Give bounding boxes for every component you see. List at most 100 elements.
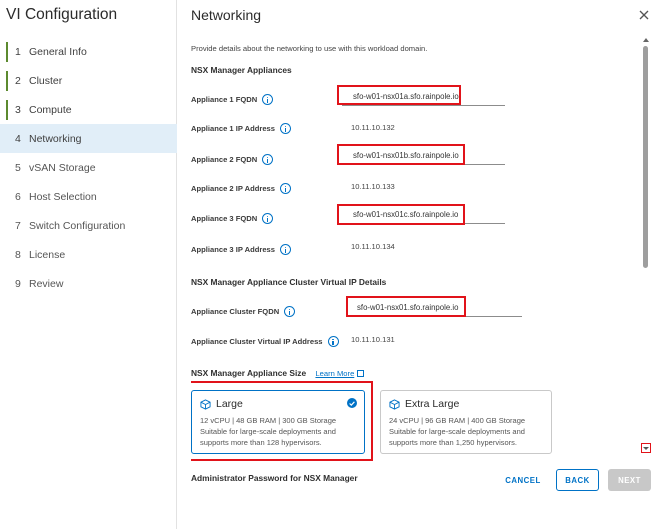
cube-icon: [389, 398, 400, 410]
appliance-3-ip-value: 10.11.10.134: [351, 242, 395, 251]
card-spec: 12 vCPU | 48 GB RAM | 300 GB Storage: [200, 416, 337, 425]
info-icon[interactable]: [279, 123, 291, 134]
card-title-text: Large: [216, 398, 243, 410]
step-complete-indicator: [6, 71, 8, 91]
cube-icon: [200, 398, 211, 410]
appliance-3-fqdn-label: Appliance 3 FQDN: [191, 213, 274, 224]
card-title-text: Extra Large: [405, 398, 460, 410]
cancel-button[interactable]: CANCEL: [500, 469, 546, 491]
step-switch-configuration[interactable]: 7 Switch Configuration: [0, 211, 177, 240]
step-compute[interactable]: 3 Compute: [0, 95, 177, 124]
appliance-3-fqdn-input[interactable]: [342, 206, 505, 224]
close-icon[interactable]: [638, 9, 650, 21]
step-label: General Info: [29, 45, 87, 58]
card-title: Extra Large: [389, 398, 543, 410]
step-label: vSAN Storage: [29, 161, 96, 174]
step-label: License: [29, 248, 66, 261]
panel-title: Networking: [191, 7, 262, 23]
step-complete-indicator: [6, 42, 8, 62]
link-text: Learn More: [315, 369, 355, 378]
nsx-appliances-heading: NSX Manager Appliances: [191, 65, 292, 75]
scroll-thumb[interactable]: [643, 46, 648, 268]
admin-password-heading: Administrator Password for NSX Manager: [191, 473, 358, 483]
info-icon[interactable]: [279, 183, 291, 194]
appliance-1-ip-value: 10.11.10.132: [351, 123, 395, 132]
step-complete-indicator: [6, 100, 8, 120]
info-icon[interactable]: [262, 94, 274, 105]
step-review[interactable]: 9 Review: [0, 269, 177, 298]
label-text: Appliance 1 FQDN: [191, 95, 258, 104]
size-card-large[interactable]: Large 12 vCPU | 48 GB RAM | 300 GB Stora…: [191, 390, 365, 454]
card-spec: 24 vCPU | 96 GB RAM | 400 GB Storage: [389, 416, 526, 425]
appliance-3-ip-label: Appliance 3 IP Address: [191, 244, 291, 255]
appliance-2-ip-value: 10.11.10.133: [351, 182, 395, 191]
info-icon[interactable]: [262, 213, 274, 224]
vip-details-heading: NSX Manager Appliance Cluster Virtual IP…: [191, 277, 387, 287]
step-vsan-storage[interactable]: 5 vSAN Storage: [0, 153, 177, 182]
card-desc-line: Suitable for large-scale deployments and: [389, 427, 525, 436]
label-text: Appliance 2 FQDN: [191, 155, 258, 164]
appliance-2-fqdn-label: Appliance 2 FQDN: [191, 154, 274, 165]
scroll-up-icon[interactable]: [643, 38, 649, 42]
appliance-1-ip-label: Appliance 1 IP Address: [191, 123, 291, 134]
step-number: 6: [15, 190, 21, 203]
step-number: 3: [15, 103, 21, 116]
step-number: 5: [15, 161, 21, 174]
cluster-vip-label: Appliance Cluster Virtual IP Address: [191, 336, 339, 347]
step-general-info[interactable]: 1 General Info: [0, 37, 177, 66]
step-license[interactable]: 8 License: [0, 240, 177, 269]
appliance-size-heading: NSX Manager Appliance Size Learn More: [191, 368, 365, 378]
step-label: Cluster: [29, 74, 63, 87]
heading-text: NSX Manager Appliance Size: [191, 368, 307, 378]
wizard-steps: 1 General Info 2 Cluster 3 Compute 4 Net…: [0, 37, 177, 298]
label-text: Appliance 1 IP Address: [191, 124, 275, 133]
intro-text: Provide details about the networking to …: [191, 44, 428, 53]
label-text: Appliance 2 IP Address: [191, 184, 275, 193]
card-title: Large: [200, 398, 356, 410]
label-text: Appliance 3 IP Address: [191, 245, 275, 254]
step-label: Switch Configuration: [29, 219, 126, 232]
cluster-vip-value: 10.11.10.131: [351, 335, 395, 344]
selected-check-icon: [347, 398, 357, 408]
step-number: 8: [15, 248, 21, 261]
step-label: Compute: [29, 103, 72, 116]
step-number: 9: [15, 277, 21, 290]
scroll-down-icon[interactable]: [641, 443, 651, 453]
step-label: Host Selection: [29, 190, 97, 203]
appliance-1-fqdn-input[interactable]: [342, 88, 505, 106]
appliance-2-ip-label: Appliance 2 IP Address: [191, 183, 291, 194]
form-content: Provide details about the networking to …: [191, 38, 641, 485]
external-link-icon: [357, 370, 365, 377]
back-button[interactable]: BACK: [556, 469, 599, 491]
step-label: Networking: [29, 132, 82, 145]
cluster-fqdn-label: Appliance Cluster FQDN: [191, 306, 296, 317]
step-number: 7: [15, 219, 21, 232]
step-host-selection[interactable]: 6 Host Selection: [0, 182, 177, 211]
card-desc-line: Suitable for large-scale deployments and: [200, 427, 336, 436]
step-label: Review: [29, 277, 64, 290]
label-text: Appliance Cluster Virtual IP Address: [191, 337, 323, 346]
appliance-2-fqdn-input[interactable]: [342, 147, 505, 165]
learn-more-link[interactable]: Learn More: [315, 369, 365, 378]
step-networking[interactable]: 4 Networking: [0, 124, 177, 153]
step-number: 2: [15, 74, 21, 87]
info-icon[interactable]: [284, 306, 296, 317]
label-text: Appliance Cluster FQDN: [191, 307, 280, 316]
cluster-fqdn-input[interactable]: [346, 299, 522, 317]
wizard-sidebar: VI Configuration 1 General Info 2 Cluste…: [0, 0, 177, 529]
step-number: 1: [15, 45, 21, 58]
step-cluster[interactable]: 2 Cluster: [0, 66, 177, 95]
step-number: 4: [15, 132, 21, 145]
card-desc-line: supports more than 1,250 hypervisors.: [389, 438, 517, 447]
info-icon[interactable]: [327, 336, 339, 347]
networking-panel: Networking Provide details about the net…: [177, 0, 660, 529]
next-button[interactable]: NEXT: [608, 469, 651, 491]
label-text: Appliance 3 FQDN: [191, 214, 258, 223]
card-desc-line: supports more than 128 hypervisors.: [200, 438, 322, 447]
size-card-extra-large[interactable]: Extra Large 24 vCPU | 96 GB RAM | 400 GB…: [380, 390, 552, 454]
info-icon[interactable]: [279, 244, 291, 255]
vertical-scrollbar[interactable]: [641, 38, 651, 485]
wizard-title: VI Configuration: [6, 6, 118, 23]
info-icon[interactable]: [262, 154, 274, 165]
appliance-1-fqdn-label: Appliance 1 FQDN: [191, 94, 274, 105]
